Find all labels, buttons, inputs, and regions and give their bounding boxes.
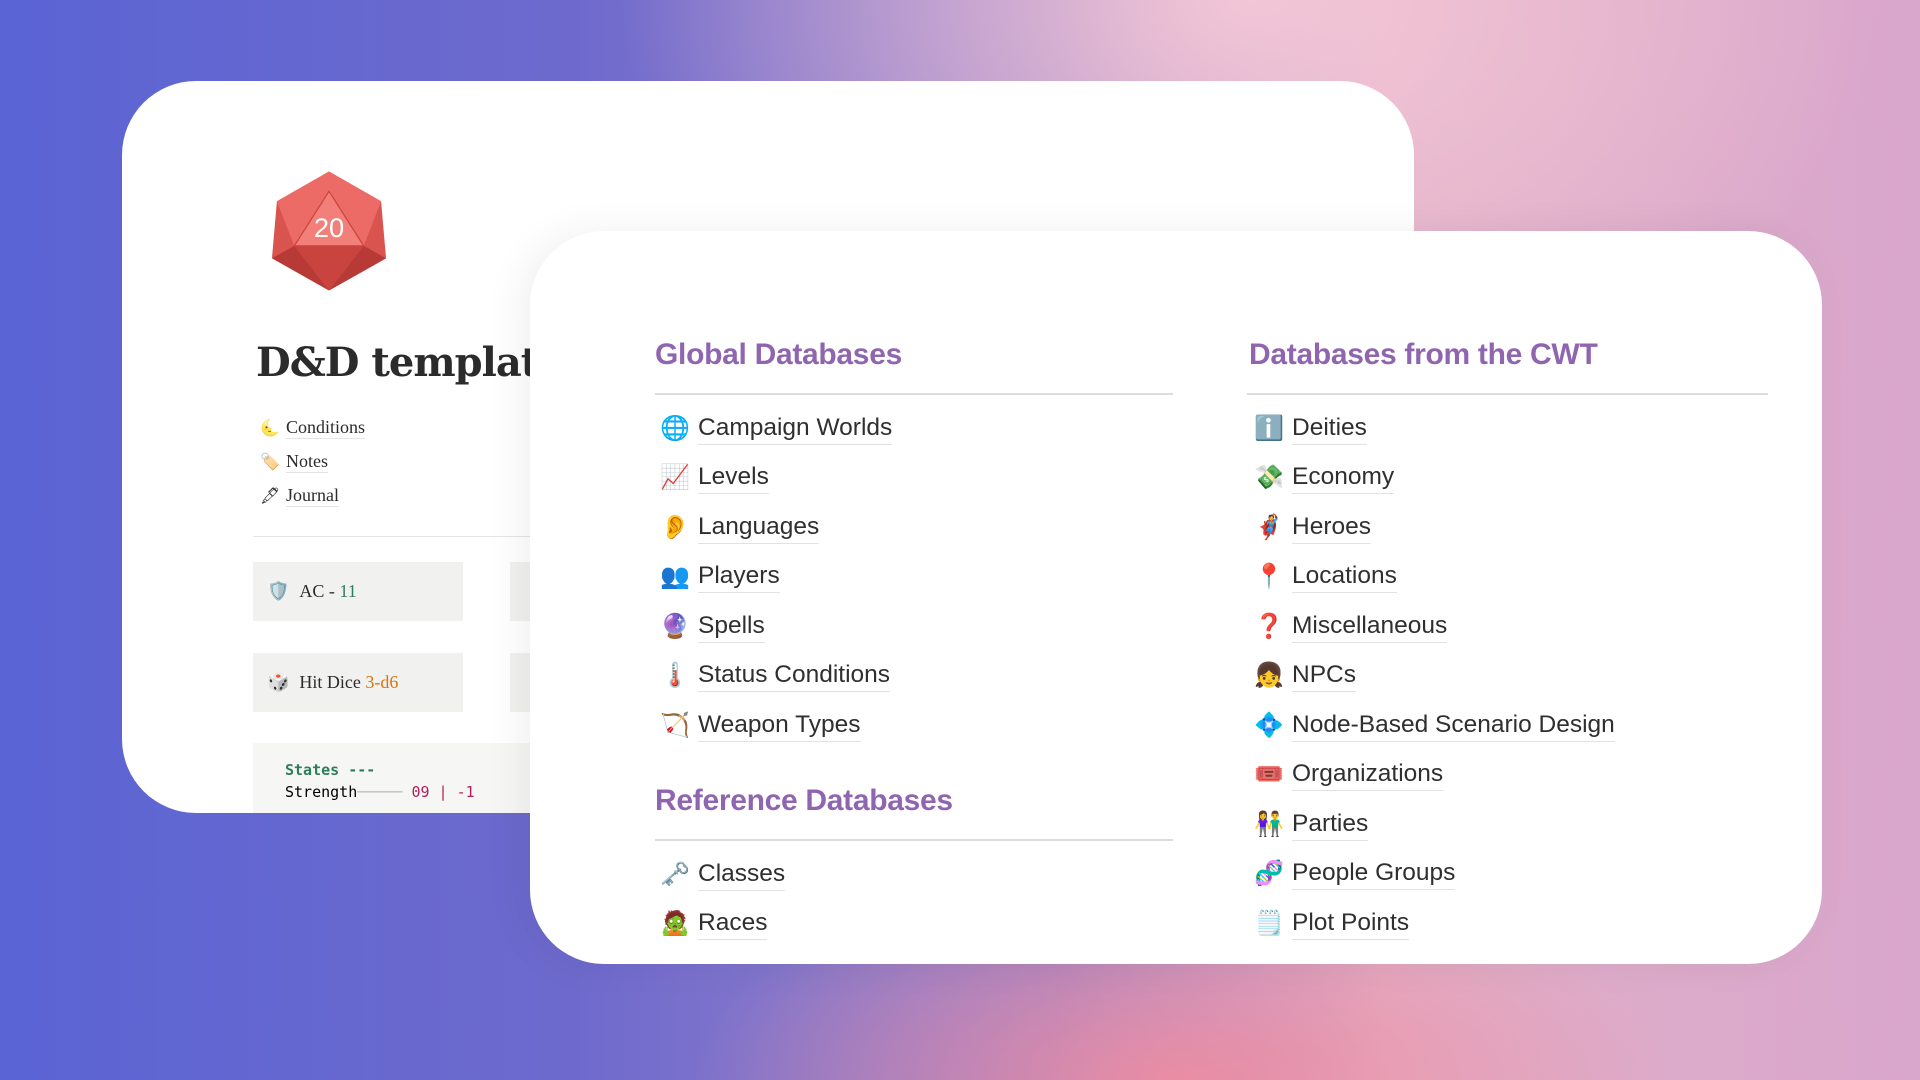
- database-link-label: Miscellaneous: [1292, 610, 1448, 643]
- database-link-label: Weapon Types: [698, 709, 861, 742]
- databases-card: Global Databases Reference Databases Dat…: [530, 231, 1822, 964]
- database-link-classes[interactable]: 🗝️ Classes: [660, 854, 786, 894]
- link-label: Notes: [286, 451, 328, 473]
- stat-value: 11: [339, 581, 357, 601]
- database-link-npcs[interactable]: 👧 NPCs: [1254, 656, 1356, 696]
- database-link-label: Heroes: [1292, 511, 1371, 544]
- dice-icon: 🎲: [267, 672, 290, 692]
- database-link-plot-points[interactable]: 🗒️ Plot Points: [1254, 903, 1410, 943]
- database-link-languages[interactable]: 👂 Languages: [660, 507, 820, 547]
- notepad-icon: 🗒️: [1254, 909, 1284, 937]
- diamond-icon: 💠: [1254, 711, 1284, 739]
- database-link-label: Campaign Worlds: [698, 412, 893, 445]
- database-link-label: Classes: [698, 858, 786, 891]
- crystal-ball-icon: 🔮: [660, 612, 690, 640]
- link-label: Conditions: [286, 417, 366, 439]
- code-label: Strength: [285, 783, 358, 801]
- thermometer-icon: 🌡️: [660, 662, 690, 689]
- reference-databases-heading: Reference Databases: [655, 784, 953, 817]
- svg-text:20: 20: [314, 212, 344, 243]
- database-link-node-based-scenario-design[interactable]: 💠 Node-Based Scenario Design: [1254, 705, 1615, 745]
- database-link-heroes[interactable]: 🦸 Heroes: [1254, 507, 1371, 547]
- database-link-locations[interactable]: 📍 Locations: [1254, 557, 1397, 597]
- database-link-weapon-types[interactable]: 🏹 Weapon Types: [660, 705, 861, 745]
- ear-icon: 👂: [660, 513, 690, 541]
- key-icon: 🗝️: [660, 860, 690, 888]
- link-journal[interactable]: 🖋 Journal: [260, 485, 339, 507]
- shield-icon: 🛡️: [267, 581, 290, 601]
- database-link-people-groups[interactable]: 🧬 People Groups: [1254, 854, 1456, 894]
- money-wings-icon: 💸: [1254, 464, 1284, 491]
- divider: [1247, 393, 1768, 395]
- database-link-label: Deities: [1292, 412, 1367, 445]
- database-link-players[interactable]: 👥 Players: [660, 557, 780, 597]
- database-link-campaign-worlds[interactable]: 🌐 Campaign Worlds: [660, 408, 893, 448]
- cwt-databases-heading: Databases from the CWT: [1249, 338, 1598, 371]
- global-databases-heading: Global Databases: [655, 338, 902, 371]
- link-notes[interactable]: 🏷️ Notes: [260, 451, 328, 473]
- page-title: D&D template: [256, 339, 564, 386]
- people-icon: 👥: [660, 563, 690, 590]
- database-link-label: People Groups: [1292, 857, 1456, 890]
- database-link-spells[interactable]: 🔮 Spells: [660, 606, 765, 646]
- divider: [655, 393, 1173, 395]
- code-value: 09 | -1: [411, 783, 475, 801]
- database-link-label: Organizations: [1292, 758, 1444, 791]
- stat-card: 🛡️ AC - 11: [253, 562, 463, 621]
- database-link-organizations[interactable]: 🎟️ Organizations: [1254, 755, 1444, 795]
- database-link-label: Races: [698, 907, 768, 940]
- stat-label: Hit Dice 3-d6: [299, 672, 398, 693]
- bow-and-arrow-icon: 🏹: [660, 711, 690, 739]
- link-conditions[interactable]: 🌜 Conditions: [260, 417, 366, 439]
- d20-icon: 20: [271, 171, 387, 291]
- database-link-label: Status Conditions: [698, 659, 891, 692]
- stat-label: AC - 11: [299, 581, 356, 602]
- database-link-label: Economy: [1292, 461, 1395, 494]
- database-link-label: NPCs: [1292, 659, 1356, 692]
- database-link-label: Levels: [698, 461, 769, 494]
- database-link-races[interactable]: 🧟 Races: [660, 904, 768, 944]
- chart-increasing-icon: 📈: [660, 464, 690, 491]
- pin-icon: 📍: [1254, 563, 1284, 590]
- divider: [655, 839, 1173, 841]
- database-link-label: Languages: [698, 511, 820, 544]
- question-icon: ❓: [1254, 612, 1284, 640]
- database-link-miscellaneous[interactable]: ❓ Miscellaneous: [1254, 606, 1448, 646]
- stat-name: AC -: [299, 581, 340, 601]
- database-link-label: Plot Points: [1292, 907, 1410, 940]
- globe-icon: 🌐: [660, 414, 690, 442]
- ticket-icon: 🎟️: [1254, 761, 1284, 788]
- database-link-status-conditions[interactable]: 🌡️ Status Conditions: [660, 656, 891, 696]
- moon-icon: 🌜: [260, 420, 280, 437]
- superhero-icon: 🦸: [1254, 513, 1284, 541]
- database-link-levels[interactable]: 📈 Levels: [660, 458, 769, 498]
- database-link-label: Spells: [698, 610, 765, 643]
- stat-value: 3-d6: [365, 672, 399, 692]
- tag-icon: 🏷️: [260, 454, 280, 471]
- database-link-label: Players: [698, 560, 780, 593]
- database-link-label: Parties: [1292, 808, 1369, 841]
- info-icon: ℹ️: [1254, 414, 1284, 442]
- pen-icon: 🖋: [260, 488, 281, 505]
- girl-icon: 👧: [1254, 662, 1284, 689]
- database-link-label: Node-Based Scenario Design: [1292, 709, 1615, 742]
- couple-icon: 👫: [1254, 810, 1284, 838]
- dna-icon: 🧬: [1254, 860, 1284, 887]
- database-link-deities[interactable]: ℹ️ Deities: [1254, 408, 1367, 448]
- database-link-parties[interactable]: 👫 Parties: [1254, 804, 1369, 844]
- stat-name: Hit Dice: [299, 672, 366, 692]
- database-link-economy[interactable]: 💸 Economy: [1254, 458, 1395, 498]
- database-link-label: Locations: [1292, 560, 1397, 593]
- link-label: Journal: [286, 485, 339, 507]
- zombie-icon: 🧟: [660, 910, 690, 937]
- stat-card: 🎲 Hit Dice 3-d6: [253, 653, 463, 712]
